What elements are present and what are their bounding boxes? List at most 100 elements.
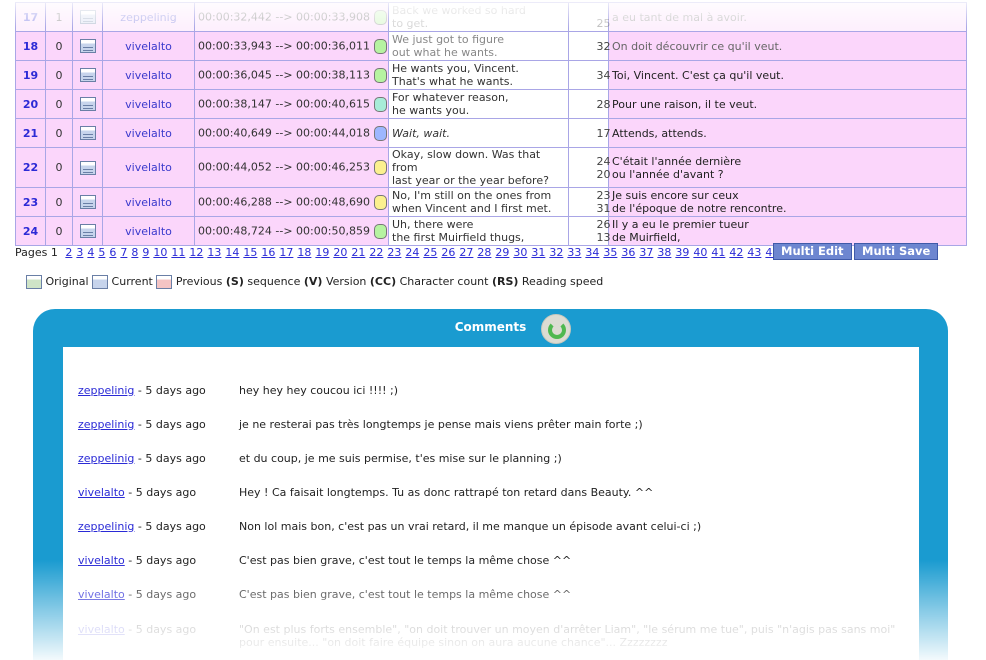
translation-text[interactable]: On doit découvrir ce qu'il veut. (608, 31, 967, 61)
refresh-icon[interactable] (541, 314, 571, 344)
original-line: when Vincent and I first met. (392, 202, 552, 215)
original-line: last year or the year before? (392, 174, 549, 187)
page-link[interactable]: 41 (711, 246, 725, 259)
page-link[interactable]: 37 (639, 246, 653, 259)
page-link[interactable]: 15 (243, 246, 257, 259)
page-link[interactable]: 14 (225, 246, 239, 259)
legend-s-label: sequence (247, 275, 301, 288)
comment-user-link[interactable]: vivelalto (78, 623, 125, 636)
page-link[interactable]: 33 (567, 246, 581, 259)
edit-cell[interactable] (72, 2, 103, 32)
page-link[interactable]: 8 (131, 246, 138, 259)
page-link[interactable]: 10 (153, 246, 167, 259)
edit-icon[interactable] (79, 126, 96, 140)
page-link[interactable]: 29 (495, 246, 509, 259)
page-link[interactable]: 11 (171, 246, 185, 259)
page-link[interactable]: 39 (675, 246, 689, 259)
user-link[interactable]: zeppelinig (102, 2, 195, 32)
multi-edit-button[interactable]: Multi Edit (773, 243, 852, 260)
page-link[interactable]: 27 (459, 246, 473, 259)
page-link[interactable]: 35 (603, 246, 617, 259)
sequence-number[interactable]: 21 (15, 118, 46, 148)
translation-text[interactable]: Attends, attends. (608, 118, 967, 148)
page-link[interactable]: 17 (279, 246, 293, 259)
edit-cell[interactable] (72, 89, 103, 119)
edit-icon[interactable] (79, 224, 96, 238)
sequence-number[interactable]: 23 (15, 187, 46, 217)
page-link[interactable]: 30 (513, 246, 527, 259)
edit-icon[interactable] (79, 68, 96, 82)
translation-text[interactable]: Toi, Vincent. C'est ça qu'il veut. (608, 60, 967, 90)
comment-meta: zeppelinig - 5 days ago (78, 384, 206, 397)
translation-text[interactable]: Je suis encore sur ceux de l'époque de no… (608, 187, 967, 217)
user-link[interactable]: vivelalto (102, 118, 195, 148)
comment-user-link[interactable]: vivelalto (78, 486, 125, 499)
edit-cell[interactable] (72, 187, 103, 217)
page-link[interactable]: 13 (207, 246, 221, 259)
page-link[interactable]: 9 (142, 246, 149, 259)
page-link[interactable]: 26 (441, 246, 455, 259)
comment-user-link[interactable]: zeppelinig (78, 452, 134, 465)
edit-cell[interactable] (72, 60, 103, 90)
multi-save-button[interactable]: Multi Save (854, 243, 939, 260)
page-link[interactable]: 24 (405, 246, 419, 259)
page-link[interactable]: 16 (261, 246, 275, 259)
sequence-number[interactable]: 20 (15, 89, 46, 119)
page-link[interactable]: 21 (351, 246, 365, 259)
page-link[interactable]: 5 (98, 246, 105, 259)
sequence-number[interactable]: 22 (15, 147, 46, 188)
user-link[interactable]: vivelalto (102, 89, 195, 119)
user-link[interactable]: vivelalto (102, 60, 195, 90)
edit-cell[interactable] (72, 31, 103, 61)
edit-cell[interactable] (72, 118, 103, 148)
comment-user-link[interactable]: vivelalto (78, 588, 125, 601)
page-link[interactable]: 38 (657, 246, 671, 259)
edit-cell[interactable] (72, 147, 103, 188)
page-link[interactable]: 40 (693, 246, 707, 259)
page-link[interactable]: 28 (477, 246, 491, 259)
page-link[interactable]: 3 (76, 246, 83, 259)
sequence-number[interactable]: 19 (15, 60, 46, 90)
page-link[interactable]: 42 (729, 246, 743, 259)
page-link[interactable]: 34 (585, 246, 599, 259)
translation-text[interactable]: Il y a eu le premier tueur de Muirfield, (608, 216, 967, 246)
page-link[interactable]: 2 (65, 246, 72, 259)
edit-icon[interactable] (79, 160, 96, 175)
edit-cell[interactable] (72, 216, 103, 246)
page-link[interactable]: 43 (747, 246, 761, 259)
page-link[interactable]: 18 (297, 246, 311, 259)
page-link[interactable]: 31 (531, 246, 545, 259)
page-link[interactable]: 25 (423, 246, 437, 259)
translation-text[interactable]: Pour une raison, il te veut. (608, 89, 967, 119)
page-link[interactable]: 20 (333, 246, 347, 259)
sequence-number[interactable]: 18 (15, 31, 46, 61)
page-link[interactable]: 22 (369, 246, 383, 259)
page-link[interactable]: 19 (315, 246, 329, 259)
translation-text[interactable]: a eu tant de mal à avoir. (608, 2, 967, 32)
comment-user-link[interactable]: zeppelinig (78, 418, 134, 431)
user-link[interactable]: vivelalto (102, 31, 195, 61)
comment-user-link[interactable]: vivelalto (78, 554, 125, 567)
translation-text[interactable]: C'était l'année dernière ou l'année d'ava… (608, 147, 967, 188)
user-link[interactable]: vivelalto (102, 187, 195, 217)
character-count: 24 20 (596, 147, 611, 188)
sequence-number[interactable]: 24 (15, 216, 46, 246)
user-link[interactable]: vivelalto (102, 147, 195, 188)
edit-icon[interactable] (79, 39, 96, 53)
edit-icon[interactable] (79, 195, 96, 209)
sequence-number[interactable]: 17 (15, 2, 46, 32)
page-link[interactable]: 32 (549, 246, 563, 259)
edit-icon[interactable] (79, 10, 96, 24)
page-link[interactable]: 12 (189, 246, 203, 259)
page-link[interactable]: 7 (120, 246, 127, 259)
page-link[interactable]: 23 (387, 246, 401, 259)
page-link[interactable]: 6 (109, 246, 116, 259)
comment-age: - 5 days ago (137, 418, 206, 431)
edit-icon[interactable] (79, 97, 96, 111)
comment-user-link[interactable]: zeppelinig (78, 520, 134, 533)
comment-user-link[interactable]: zeppelinig (78, 384, 134, 397)
page-link[interactable]: 4 (87, 246, 94, 259)
page-link[interactable]: 36 (621, 246, 635, 259)
user-link[interactable]: vivelalto (102, 216, 195, 246)
character-count: 26 13 (596, 216, 611, 246)
